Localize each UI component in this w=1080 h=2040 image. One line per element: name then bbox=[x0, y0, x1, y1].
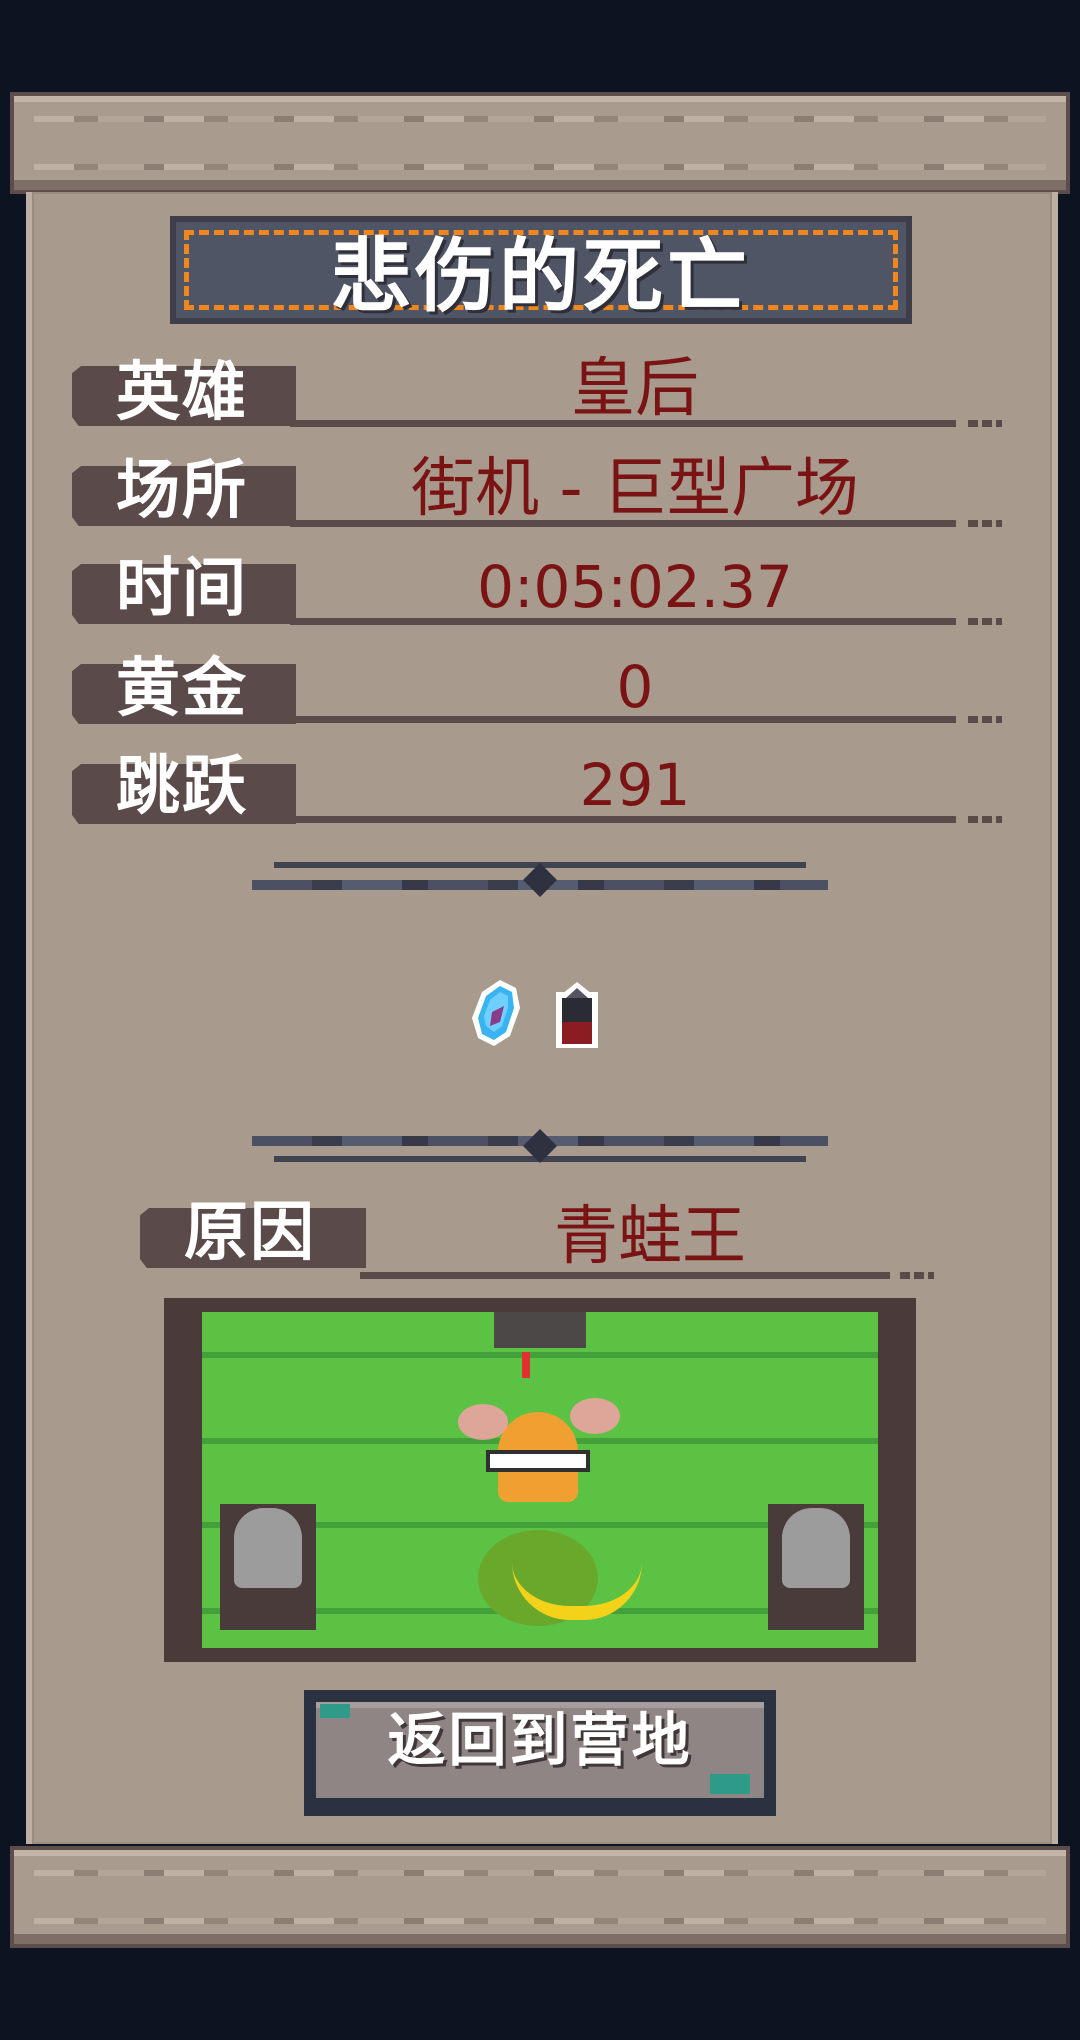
stat-label-location: 场所 bbox=[116, 454, 248, 528]
stat-label-gold: 黄金 bbox=[116, 652, 248, 726]
stat-underline-dots bbox=[968, 816, 1002, 823]
stat-underline-dots bbox=[968, 618, 1002, 625]
ornament-divider-top bbox=[252, 862, 828, 898]
scroll-bottom-roll bbox=[14, 1850, 1066, 1944]
stat-label-jumps: 跳跃 bbox=[116, 750, 248, 824]
stat-value-jumps: 291 bbox=[579, 751, 691, 819]
stat-underline-dots bbox=[968, 420, 1002, 427]
page-title: 悲伤的死亡 bbox=[331, 230, 751, 323]
death-scene-image bbox=[202, 1312, 878, 1648]
ornament-divider-bottom bbox=[252, 1129, 828, 1166]
hero-wing-right bbox=[570, 1398, 620, 1434]
stat-underline-dots bbox=[968, 520, 1002, 527]
blue-crystal-icon[interactable] bbox=[470, 978, 522, 1048]
bullet-icon[interactable] bbox=[552, 980, 602, 1050]
scroll-top-roll bbox=[14, 96, 1066, 190]
cause-value: 青蛙王 bbox=[554, 1200, 746, 1274]
hero-visor bbox=[486, 1450, 590, 1472]
gate-shape bbox=[494, 1312, 586, 1348]
stat-value-hero: 皇后 bbox=[571, 352, 699, 426]
right-statue bbox=[782, 1508, 850, 1588]
left-statue bbox=[234, 1508, 302, 1588]
cause-underline-dots bbox=[900, 1272, 934, 1279]
stat-value-location: 街机 - 巨型广场 bbox=[411, 452, 859, 526]
return-to-camp-label: 返回到营地 bbox=[387, 1706, 693, 1774]
stat-value-time: 0:05:02.37 bbox=[477, 553, 793, 621]
title-plate: 悲伤的死亡 bbox=[170, 216, 912, 324]
stat-underline-dots bbox=[968, 716, 1002, 723]
hero-wing-left bbox=[458, 1404, 508, 1440]
return-to-camp-button[interactable]: 返回到营地 bbox=[304, 1690, 776, 1816]
stat-label-time: 时间 bbox=[116, 552, 248, 626]
stat-value-gold: 0 bbox=[616, 653, 654, 721]
stat-label-hero: 英雄 bbox=[116, 356, 248, 430]
damage-number bbox=[522, 1352, 530, 1378]
cause-label: 原因 bbox=[184, 1196, 316, 1270]
